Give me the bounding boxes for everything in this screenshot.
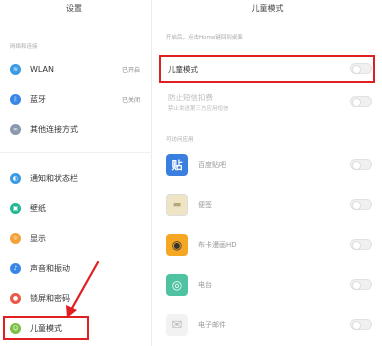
app-row-manga[interactable]: ◉ 布卡漫画HD [153,230,382,260]
app-toggle[interactable] [350,279,372,290]
notification-icon: ◐ [10,172,21,184]
app-label: 百度贴吧 [198,161,226,169]
highlight-child-mode-toggle [159,55,375,83]
item-label: 其他连接方式 [30,124,78,134]
settings-item-display[interactable]: ☼ 显示 [0,227,152,249]
settings-panel: 设置 网络和连接 ≋ WLAN 已开启 ᛒ 蓝牙 已关闭 ∞ 其他连接方式 ◐ … [0,0,152,346]
child-mode-panel: 儿童模式 开启后，点击Home键回到桌面 儿童模式 防止短信扣费 禁止发送第三方… [153,0,382,346]
manga-icon: ◉ [166,234,188,256]
connection-icon: ∞ [10,123,21,135]
app-label: 便签 [198,201,212,209]
settings-title: 设置 [66,4,82,13]
wallpaper-icon: ▣ [10,202,21,214]
app-toggle[interactable] [350,159,372,170]
item-label: 蓝牙 [30,94,46,104]
item-label: 壁纸 [30,203,46,213]
settings-item-wlan[interactable]: ≋ WLAN 已开启 [0,58,152,80]
settings-item-other-connections[interactable]: ∞ 其他连接方式 [0,118,152,140]
email-icon: ✉ [166,314,188,336]
notes-icon: ▬ [166,194,188,216]
prevent-sms-label: 防止短信扣费 [168,93,213,102]
app-label: 布卡漫画HD [198,241,237,249]
app-row-email[interactable]: ✉ 电子邮件 [153,310,382,340]
sound-icon: ♪ [10,262,21,274]
app-row-notes[interactable]: ▬ 便签 [153,190,382,220]
settings-item-lockscreen[interactable]: ● 锁屏和密码 [0,287,152,309]
item-label: WLAN [30,64,55,74]
item-label: 通知和状态栏 [30,173,78,183]
prevent-sms-row[interactable]: 防止短信扣费 禁止发送第三方应用短信 [153,88,382,116]
item-value: 已开启 [121,66,140,74]
prevent-sms-toggle[interactable] [350,96,372,107]
item-label: 锁屏和密码 [30,293,70,303]
app-row-tieba[interactable]: 贴 百度贴吧 [153,150,382,180]
highlight-child-mode [3,316,89,340]
child-mode-title: 儿童模式 [251,4,284,13]
app-label: 电台 [198,281,212,289]
item-label: 声音和振动 [30,263,70,273]
section-apps: 可访问应用 [166,137,194,143]
lock-icon: ● [10,292,21,304]
settings-item-wallpaper[interactable]: ▣ 壁纸 [0,197,152,219]
settings-item-bluetooth[interactable]: ᛒ 蓝牙 已关闭 [0,88,152,110]
divider [0,152,152,153]
prevent-sms-sub: 禁止发送第三方应用短信 [168,106,229,112]
settings-item-notifications[interactable]: ◐ 通知和状态栏 [0,167,152,189]
settings-item-sound[interactable]: ♪ 声音和振动 [0,257,152,279]
app-toggle[interactable] [350,239,372,250]
app-toggle[interactable] [350,199,372,210]
item-label: 显示 [30,233,46,243]
tieba-icon: 贴 [166,154,188,176]
app-toggle[interactable] [350,319,372,330]
wifi-icon: ≋ [10,63,21,75]
child-mode-hint: 开启后，点击Home键回到桌面 [166,35,243,41]
app-row-radio[interactable]: ◎ 电台 [153,270,382,300]
app-label: 电子邮件 [198,321,226,329]
display-icon: ☼ [10,232,21,244]
item-value: 已关闭 [121,96,140,104]
bluetooth-icon: ᛒ [10,93,21,105]
radio-icon: ◎ [166,274,188,296]
section-network: 网络和连接 [10,44,38,50]
